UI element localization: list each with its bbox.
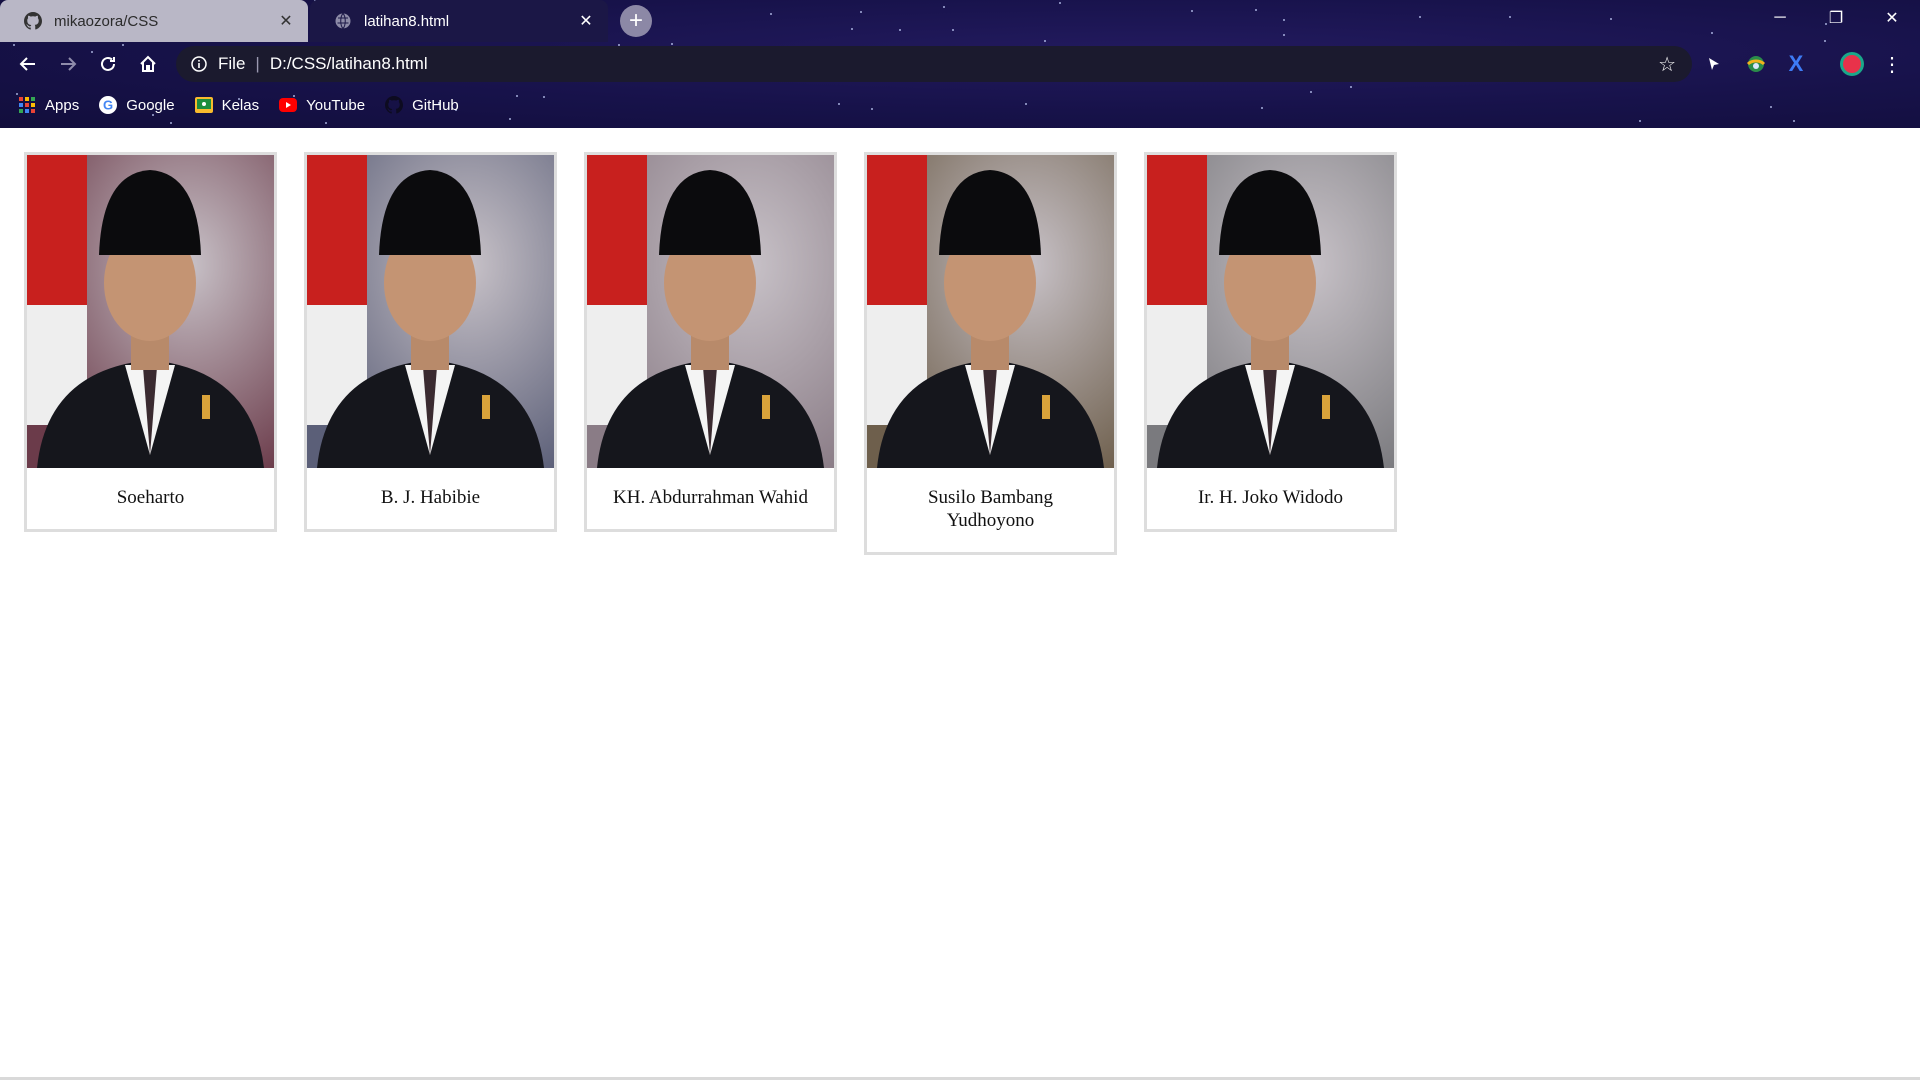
close-window-button[interactable]: ✕ xyxy=(1864,0,1920,36)
avatar xyxy=(1840,52,1864,76)
bookmark-google[interactable]: G Google xyxy=(99,96,175,114)
president-card: Ir. H. Joko Widodo xyxy=(1144,152,1397,532)
bookmark-apps[interactable]: Apps xyxy=(18,96,79,114)
cursor-icon xyxy=(1709,58,1719,70)
president-card: B. J. Habibie xyxy=(304,152,557,532)
star-dot xyxy=(1350,86,1352,88)
president-card: KH. Abdurrahman Wahid xyxy=(584,152,837,532)
forward-button[interactable] xyxy=(52,48,84,80)
portrait-image xyxy=(587,155,834,468)
info-icon[interactable] xyxy=(190,55,208,73)
classroom-icon xyxy=(194,96,213,114)
president-card: Susilo Bambang Yudhoyono xyxy=(864,152,1117,555)
bookmarks-bar: Apps G Google Kelas YouTube GitHub xyxy=(0,92,1920,118)
star-dot xyxy=(170,122,172,124)
president-gallery: Soeharto B. J. Habibie KH. Abdurrahman Wah… xyxy=(24,152,1424,555)
more-vertical-icon: ⋮ xyxy=(1882,53,1902,76)
arrow-left-icon xyxy=(19,57,35,71)
minimize-button[interactable]: ─ xyxy=(1752,0,1808,36)
github-icon xyxy=(24,12,42,30)
star-dot xyxy=(509,118,511,120)
reload-button[interactable] xyxy=(92,48,124,80)
bookmark-star-icon[interactable]: ☆ xyxy=(1658,52,1676,77)
url-scheme-label: File xyxy=(218,54,246,73)
url-separator: | xyxy=(255,54,260,73)
tab-github[interactable]: mikaozora/CSS ✕ xyxy=(0,0,308,42)
president-name: Ir. H. Joko Widodo xyxy=(1197,487,1344,508)
star-dot xyxy=(325,122,327,124)
browser-toolbar: File | D:/CSS/latihan8.html ☆ X ⋮ xyxy=(0,44,1920,84)
portrait-image xyxy=(27,155,274,468)
president-card: Soeharto xyxy=(24,152,277,532)
tab-latihan8[interactable]: latihan8.html ✕ xyxy=(310,0,608,42)
profile-button[interactable] xyxy=(1836,48,1868,80)
bookmark-github[interactable]: GitHub xyxy=(385,96,459,114)
bookmark-label: Kelas xyxy=(221,96,260,114)
globe-extension-icon xyxy=(1746,56,1766,72)
reload-icon xyxy=(101,56,115,71)
extension-x-button[interactable]: X xyxy=(1780,48,1812,80)
restore-button[interactable]: ❐ xyxy=(1808,0,1864,36)
url-text[interactable]: D:/CSS/latihan8.html xyxy=(270,54,1658,74)
home-icon xyxy=(140,55,156,72)
bookmark-kelas[interactable]: Kelas xyxy=(194,96,260,114)
president-name: B. J. Habibie xyxy=(380,487,481,508)
bookmark-label: Apps xyxy=(45,96,80,114)
bookmark-youtube[interactable]: YouTube xyxy=(279,96,365,114)
close-icon[interactable]: ✕ xyxy=(274,9,298,33)
apps-grid-icon xyxy=(18,96,36,114)
tab-title: mikaozora/CSS xyxy=(54,12,159,30)
menu-button[interactable]: ⋮ xyxy=(1876,48,1908,80)
svg-text:G: G xyxy=(103,98,113,113)
arrow-right-icon xyxy=(61,57,77,71)
home-button[interactable] xyxy=(132,48,164,80)
extension-google-earth-button[interactable] xyxy=(1740,48,1772,80)
portrait-image xyxy=(307,155,554,468)
new-tab-button[interactable]: + xyxy=(620,5,652,37)
x-extension-icon: X xyxy=(1788,51,1804,76)
president-name: Susilo Bambang Yudhoyono xyxy=(927,487,1054,531)
google-icon: G xyxy=(99,96,118,114)
star-dot xyxy=(1793,120,1795,122)
tab-title: latihan8.html xyxy=(364,12,450,30)
tab-strip: mikaozora/CSS ✕ latihan8.html ✕ + ─ ❐ ✕ xyxy=(0,0,1920,42)
president-name: KH. Abdurrahman Wahid xyxy=(613,487,808,508)
browser-chrome: mikaozora/CSS ✕ latihan8.html ✕ + ─ ❐ ✕ xyxy=(0,0,1920,128)
github-icon xyxy=(385,96,404,114)
bookmark-label: GitHub xyxy=(412,96,459,114)
close-icon[interactable]: ✕ xyxy=(574,9,598,33)
president-name: Soeharto xyxy=(116,487,185,508)
bookmark-label: YouTube xyxy=(306,96,366,114)
page-content: Soeharto B. J. Habibie KH. Abdurrahman Wah… xyxy=(0,128,1920,1080)
address-bar[interactable]: File | D:/CSS/latihan8.html ☆ xyxy=(176,46,1692,82)
portrait-image xyxy=(867,155,1114,468)
extension-cursor-button[interactable] xyxy=(1698,48,1730,80)
star-dot xyxy=(1639,120,1641,122)
portrait-image xyxy=(1147,155,1394,468)
youtube-icon xyxy=(279,96,298,114)
bookmark-label: Google xyxy=(126,96,175,114)
globe-icon xyxy=(334,12,352,30)
window-controls: ─ ❐ ✕ xyxy=(1752,0,1920,36)
back-button[interactable] xyxy=(12,48,44,80)
